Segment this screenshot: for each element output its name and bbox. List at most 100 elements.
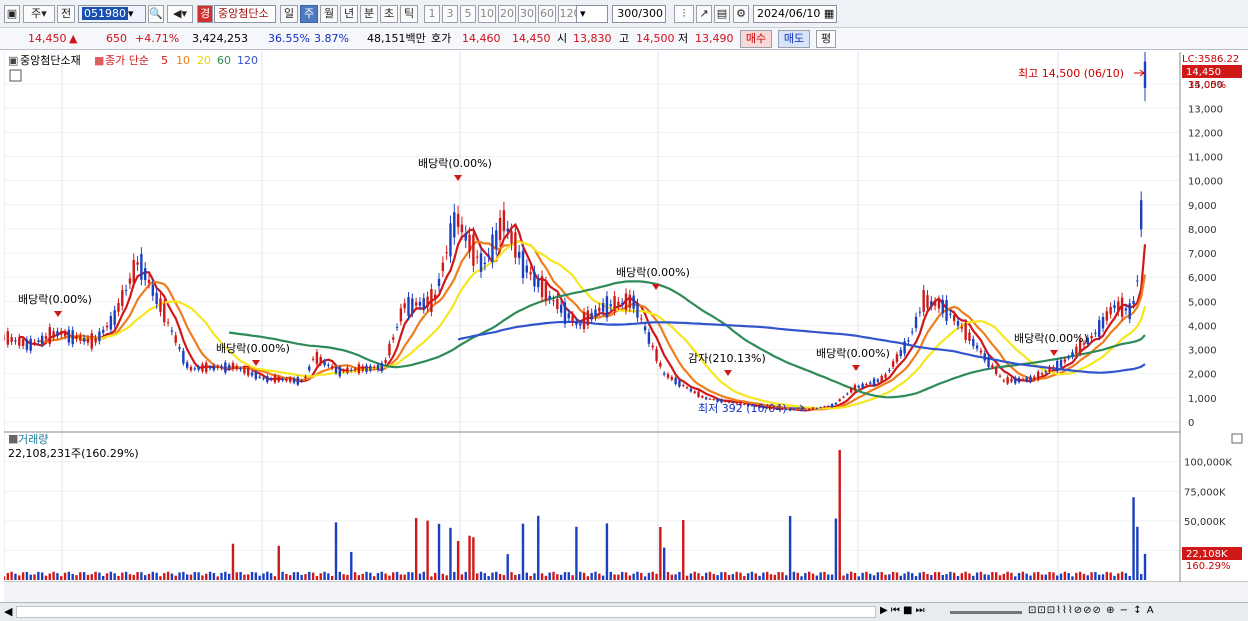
prev-button[interactable]: 전	[57, 5, 75, 23]
volume-bar	[979, 571, 983, 580]
ma-period-120: 120	[237, 54, 258, 67]
code-input[interactable]: 051980 ▾	[78, 5, 146, 23]
candle	[346, 367, 349, 373]
volume-bar	[1052, 572, 1055, 580]
calculator-icon[interactable]	[9, 69, 22, 82]
save-icon[interactable]: ▤	[714, 5, 730, 23]
candle	[1021, 379, 1025, 381]
candle	[1017, 377, 1021, 383]
volume-bar	[720, 572, 723, 580]
interval-button[interactable]: 1	[424, 5, 440, 23]
scroll-bar[interactable]: ◀ ▶ ⏮ ■ ⏭ ⊡⊡⊡⌇⌇⌇⊘⊘⊘ ⊕ − ↕ A	[0, 602, 1248, 621]
volume-bar	[392, 572, 395, 580]
date-field[interactable]: 2024/06/10 ▦	[753, 5, 837, 23]
candle	[323, 361, 326, 366]
volume-bar	[338, 571, 342, 580]
candle	[182, 350, 185, 364]
sell-button[interactable]: 매도	[778, 30, 810, 48]
gear-icon[interactable]: ⚙	[733, 5, 749, 23]
search-icon[interactable]: 🔍	[148, 5, 164, 23]
tf-button[interactable]: 틱	[400, 5, 418, 23]
speaker-icon[interactable]: ◀▾	[167, 5, 193, 23]
candle	[37, 340, 40, 342]
volume-bar	[533, 573, 536, 580]
price-chart[interactable]: 배당락(0.00%) 배당락(0.00%) 배당락(0.00%) 배당락(0.00%)…	[4, 52, 1248, 602]
interval-button[interactable]: 10	[478, 5, 496, 23]
panel-close-icon[interactable]	[1231, 433, 1243, 444]
candle	[403, 303, 406, 309]
candle	[674, 378, 677, 385]
volume-bar	[498, 573, 502, 580]
candle	[289, 377, 292, 382]
candle	[1071, 352, 1074, 357]
volume-bar	[460, 574, 464, 580]
period-type-select[interactable]: 주▾	[23, 5, 55, 23]
count-field[interactable]: 300/300	[612, 5, 666, 23]
buy-button[interactable]: 매수	[740, 30, 772, 48]
interval-button[interactable]: 5	[460, 5, 476, 23]
volume-bar	[25, 571, 29, 580]
candle	[952, 315, 956, 322]
volume-bar	[537, 515, 540, 580]
candle	[865, 384, 868, 386]
scroll-left-icon[interactable]: ◀	[4, 605, 12, 618]
tf-button[interactable]: 분	[360, 5, 378, 23]
volume-bar	[266, 571, 269, 580]
candle	[888, 369, 891, 371]
volume-bar	[60, 576, 63, 580]
ma-period-60: 60	[217, 54, 231, 67]
volume-bar	[247, 574, 250, 580]
volume-bar	[296, 572, 300, 580]
zoom-slider[interactable]	[950, 611, 1022, 614]
candle	[521, 250, 525, 279]
candle	[353, 368, 357, 371]
candle	[788, 408, 792, 411]
volume-bar	[403, 574, 406, 580]
blank-select[interactable]: ▾	[576, 5, 608, 23]
candle	[937, 300, 941, 309]
interval-button[interactable]: 60	[538, 5, 556, 23]
candle	[418, 301, 422, 306]
y-tick-label: 13,000	[1188, 104, 1223, 115]
candle	[56, 331, 59, 336]
interval-button[interactable]: 20	[498, 5, 516, 23]
scroll-track[interactable]	[16, 606, 876, 618]
scroll-right-icon[interactable]: ▶ ⏮ ■ ⏭	[880, 605, 925, 616]
tf-button[interactable]: 년	[340, 5, 358, 23]
draw-icon[interactable]: ↗	[696, 5, 712, 23]
volume-bar	[975, 572, 979, 580]
volume-bar	[44, 575, 48, 580]
volume-bar	[453, 572, 456, 580]
tf-button[interactable]: 주	[300, 5, 318, 23]
candle	[563, 302, 567, 324]
candle	[319, 357, 322, 364]
candle-icon[interactable]: ⫶	[674, 5, 694, 23]
event-annotation: 배당락(0.00%)	[216, 342, 290, 355]
candle	[166, 322, 170, 324]
candle	[708, 398, 712, 400]
tool-icons[interactable]: ⊡⊡⊡⌇⌇⌇⊘⊘⊘ ⊕ − ↕ A	[1028, 605, 1155, 616]
interval-button[interactable]: 3	[442, 5, 458, 23]
stock-name-field[interactable]: 중앙첨단소	[214, 5, 276, 23]
candle	[227, 365, 231, 369]
volume-bar	[231, 543, 235, 580]
chart-type-icon[interactable]: ▣	[4, 5, 20, 23]
volume-bar	[82, 572, 86, 580]
volume-bar	[346, 574, 349, 580]
volume-bar	[250, 571, 254, 580]
candle	[86, 338, 90, 343]
eval-button[interactable]: 평	[816, 30, 836, 48]
tf-button[interactable]: 월	[320, 5, 338, 23]
volume-bar	[1098, 574, 1101, 580]
volume-bar	[495, 571, 498, 580]
volume-bar	[1010, 572, 1013, 580]
volume-bar	[1033, 572, 1036, 580]
interval-button[interactable]: 30	[518, 5, 536, 23]
candle	[579, 323, 582, 326]
candle	[1128, 303, 1131, 320]
tf-button[interactable]: 일	[280, 5, 298, 23]
candle	[52, 331, 55, 338]
volume-bar	[193, 571, 197, 580]
tf-button[interactable]: 초	[380, 5, 398, 23]
volume-bar	[739, 572, 742, 580]
